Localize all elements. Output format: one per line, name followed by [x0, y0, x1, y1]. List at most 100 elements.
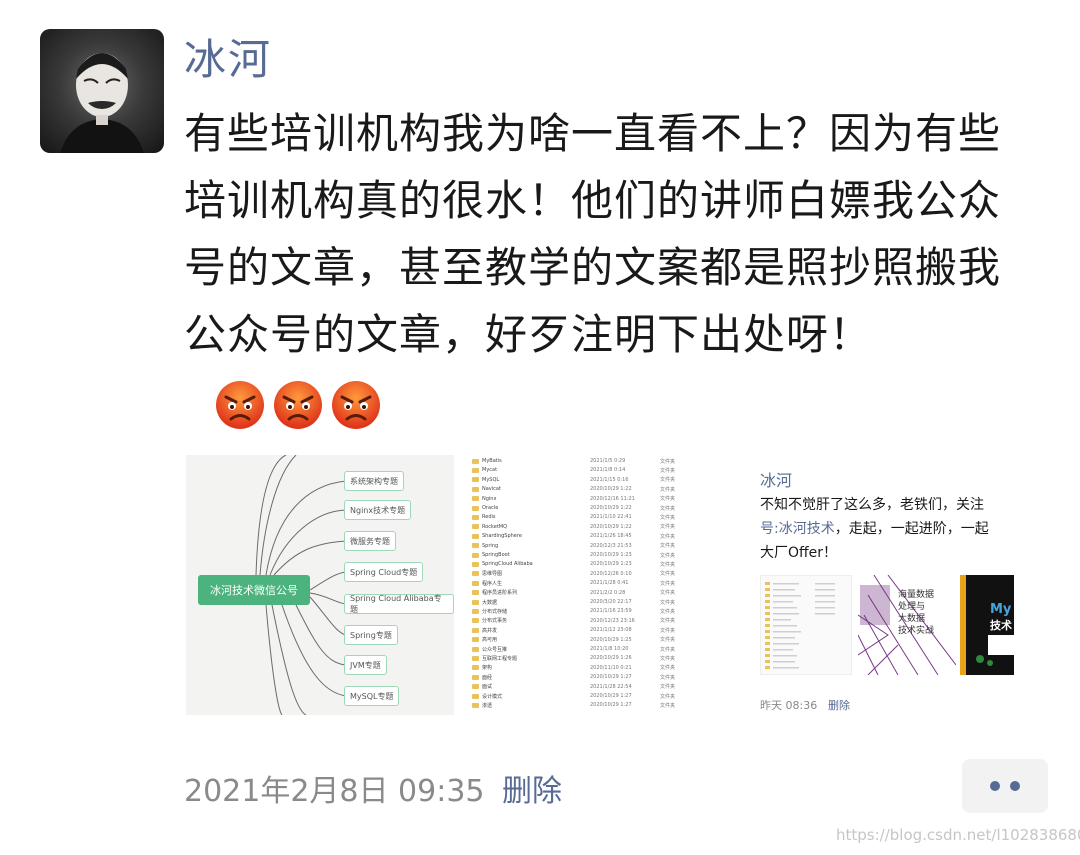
file-name: 公众号互推 [482, 646, 508, 653]
file-date: 2020/10/29 1:23 [590, 552, 632, 558]
book-cover-big-data: 海量数据 处理与 大数据 技术实战 [857, 574, 957, 676]
nested-line-2: 号:冰河技术，走起，一起进阶，一起 [760, 517, 1014, 541]
folder-icon [472, 552, 479, 558]
file-row: RocketMQ 2020/10/29 1:22 文件夹 [472, 523, 734, 531]
mindmap-center-node: 冰河技术微信公号 [198, 575, 310, 605]
file-type: 文件夹 [660, 571, 676, 578]
book1-title-line4: 技术实战 [898, 624, 934, 636]
image-grid: 冰河技术微信公号 系统架构专题 Nginx技术专题 微服务专题 Spring C… [186, 455, 1014, 715]
file-type: 文件夹 [660, 486, 676, 493]
file-row: MySQL 2021/1/15 0:16 文件夹 [472, 476, 734, 484]
file-row: 面经 2020/10/29 1:27 文件夹 [472, 673, 734, 681]
folder-icon [472, 580, 479, 586]
file-list-thumbnail[interactable]: MyBatis 2021/1/5 0:29 文件夹 Mycat 2021/1/8 0:1… [466, 455, 734, 715]
mindmap-leaf: 微服务专题 [344, 531, 396, 551]
file-row: 高可用 2020/10/29 1:25 文件夹 [472, 636, 734, 644]
folder-icon [472, 514, 479, 520]
more-dot-icon [1010, 781, 1020, 791]
file-date: 2020/12/26 0:10 [590, 570, 632, 577]
file-name: ShardingSphere [482, 533, 522, 540]
file-date: 2020/10/29 1:27 [590, 693, 632, 699]
author-avatar[interactable] [40, 29, 164, 153]
file-row: Mycat 2021/1/8 0:14 文件夹 [472, 466, 734, 474]
file-date: 2021/1/8 0:14 [590, 467, 626, 474]
file-type: 文件夹 [660, 467, 676, 474]
file-name: 程序人生 [482, 580, 503, 587]
book1-title-line2: 处理与 [898, 600, 925, 612]
more-dot-icon [990, 781, 1000, 791]
nested-file-list-image [760, 575, 852, 675]
file-name: 分布式事务 [482, 618, 508, 625]
file-row: Nginx 2020/12/16 11:21 文件夹 [472, 495, 734, 503]
file-row: Oracle 2020/10/29 1:22 文件夹 [472, 504, 734, 512]
file-name: Nginx [482, 495, 497, 502]
nested-text: 不知不觉肝了这么多，老铁们，关注 号:冰河技术，走起，一起进阶，一起 大厂Off… [760, 493, 1014, 565]
file-name: Oracle [482, 505, 499, 511]
file-name: 互联网工程专题 [482, 655, 518, 662]
file-type: 文件夹 [660, 693, 676, 700]
file-row: 渗透 2020/10/29 1:27 文件夹 [472, 701, 734, 709]
file-type: 文件夹 [660, 496, 676, 503]
folder-icon [472, 665, 479, 671]
folder-icon [472, 684, 479, 690]
file-type: 文件夹 [660, 627, 676, 634]
file-name: MySQL [482, 476, 500, 483]
file-date: 2020/10/29 1:26 [590, 655, 632, 662]
file-type: 文件夹 [660, 646, 676, 653]
nested-file-lines [765, 582, 835, 669]
file-date: 2020/10/29 1:22 [590, 505, 632, 511]
file-name: RocketMQ [482, 523, 508, 530]
file-row: 分布式存储 2021/1/16 23:59 文件夹 [472, 607, 734, 615]
file-name: 渗透 [482, 702, 493, 709]
folder-icon [472, 608, 479, 614]
angry-face-icon [332, 380, 380, 429]
more-actions-button[interactable] [962, 759, 1048, 813]
folder-icon [472, 524, 479, 530]
folder-icon [472, 693, 479, 699]
file-date: 2020/12/23 23:16 [590, 617, 635, 624]
file-type: 文件夹 [660, 552, 676, 559]
file-date: 2020/12/16 11:21 [590, 495, 635, 502]
file-date: 2021/1/8 10:20 [590, 646, 629, 652]
file-row: 程序员进阶系列 2021/2/2 0:28 文件夹 [472, 589, 734, 597]
mindmap-thumbnail[interactable]: 冰河技术微信公号 系统架构专题 Nginx技术专题 微服务专题 Spring C… [186, 455, 454, 715]
post-body: 有些培训机构我为啥一直看不上？因为有些培训机构真的很水！他们的讲师白嫖我公众号的… [184, 109, 1002, 359]
file-name: 高可用 [482, 637, 498, 644]
file-date: 2021/1/10 22:41 [590, 514, 632, 521]
folder-icon [472, 543, 479, 549]
file-date: 2020/10/29 1:22 [590, 523, 632, 530]
mindmap-leaf: Nginx技术专题 [344, 500, 412, 520]
book1-title-line1: 海量数据 [898, 588, 934, 600]
file-name: 面试 [482, 684, 493, 691]
file-type: 文件夹 [660, 533, 676, 540]
file-type: 文件夹 [660, 590, 676, 597]
file-row: 分布式事务 2020/12/23 23:16 文件夹 [472, 617, 734, 625]
file-date: 2021/1/26 18:45 [590, 533, 632, 540]
file-name: 设计模式 [482, 693, 503, 700]
file-type: 文件夹 [660, 561, 676, 568]
folder-icon [472, 590, 479, 596]
file-type: 文件夹 [660, 524, 676, 531]
file-type: 文件夹 [660, 684, 676, 691]
file-type: 文件夹 [660, 580, 676, 587]
angry-face-icon [274, 380, 322, 429]
nested-moment-thumbnail[interactable]: 冰河 不知不觉肝了这么多，老铁们，关注 号:冰河技术，走起，一起进阶，一起 大厂… [746, 455, 1014, 715]
nested-delete-link: 删除 [828, 699, 850, 712]
mindmap-leaf: Spring Cloud专题 [344, 562, 424, 582]
file-date: 2020/10/29 1:27 [590, 702, 632, 709]
book2-art: My 技术 [960, 575, 1014, 675]
file-date: 2021/1/15 0:16 [590, 476, 629, 483]
book1-art: 海量数据 处理与 大数据 技术实战 [857, 574, 957, 676]
file-date: 2020/11/10 0:21 [590, 664, 632, 671]
folder-icon [472, 505, 479, 511]
file-type: 文件夹 [660, 458, 676, 465]
file-row: 思维导图 2020/12/26 0:10 文件夹 [472, 570, 734, 578]
folder-icon [472, 618, 479, 624]
file-date: 2021/2/2 0:28 [590, 589, 626, 596]
delete-link[interactable]: 删除 [502, 772, 562, 812]
file-row: 面试 2021/1/28 22:54 文件夹 [472, 683, 734, 691]
mindmap-leaf: JVM专题 [344, 655, 387, 675]
mindmap-leaf: MySQL专题 [344, 686, 400, 706]
author-name[interactable]: 冰河 [184, 34, 272, 86]
file-row: SpringBoot 2020/10/29 1:23 文件夹 [472, 551, 734, 559]
